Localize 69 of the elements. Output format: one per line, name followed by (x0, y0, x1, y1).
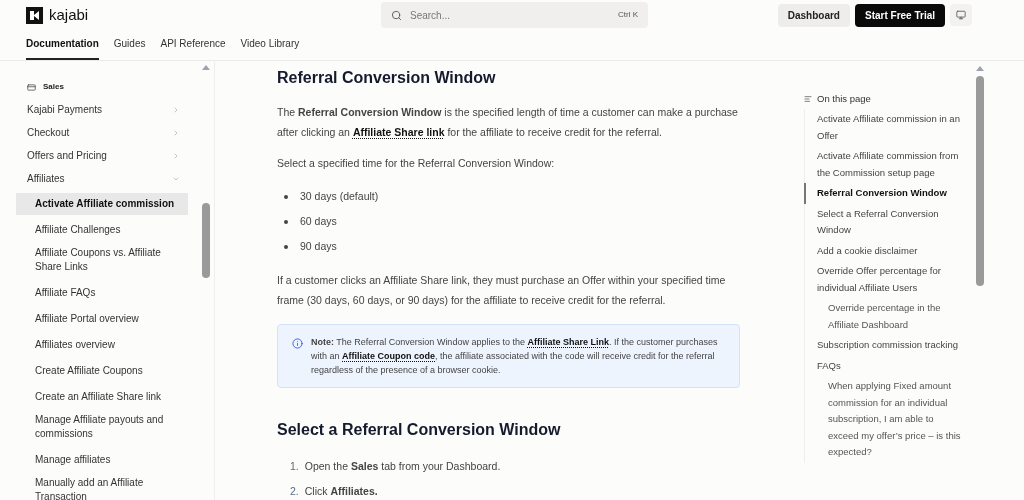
sidebar-item[interactable]: Create Affiliate Coupons (16, 360, 188, 382)
shortcut-hint: Ctrl K (618, 9, 638, 21)
toc-link[interactable]: Subscription commission tracking (804, 335, 964, 356)
sidebar-item[interactable]: Affiliate Portal overview (16, 308, 188, 330)
scroll-up-icon[interactable] (201, 64, 211, 71)
scroll-up-icon[interactable] (975, 65, 985, 72)
list-item: 90 days (300, 238, 337, 254)
scrollbar-thumb[interactable] (202, 203, 210, 278)
note-text: Note: The Referral Conversion Window applies to the Affiliate Share Link. If the customer purchases with an Affiliate Coupon code, the affiliate associated with the code will receive credit for the referral regardless of the presence of a browser cookie. (311, 336, 719, 377)
nav-tab[interactable]: Guides (113, 29, 146, 60)
paragraph: Select a specified time for the Referral Conversion Window: (277, 156, 556, 171)
search-bar[interactable]: Search... Ctrl K (381, 2, 648, 28)
sidebar-item[interactable]: Affiliates (16, 167, 188, 190)
sidebar-item[interactable]: Manage affiliates (16, 449, 188, 471)
search-icon (391, 9, 402, 21)
nav-tab[interactable]: Video Library (240, 29, 300, 60)
sidebar-item[interactable]: Affiliate Challenges (16, 219, 188, 241)
bullet-icon (284, 194, 288, 199)
chevron-right-icon (172, 105, 180, 114)
chevron-right-icon (172, 128, 180, 137)
list-number: 2. (290, 483, 299, 499)
logo-icon (26, 6, 43, 24)
list-item: 30 days (default) (300, 188, 379, 204)
list-icon (804, 95, 812, 104)
bullet-icon (284, 219, 288, 224)
sidebar-item[interactable]: Offers and Pricing (16, 144, 188, 167)
toc-link[interactable]: When applying Fixed amount commission for an individual subscription, I am able to exceed my offer’s price – is this expected? (804, 376, 964, 463)
section-title: Referral Conversion Window (277, 68, 497, 88)
toc-link[interactable]: Referral Conversion Window (804, 183, 964, 204)
chevron-right-icon (172, 151, 180, 160)
sidebar-item[interactable]: Create an Affiliate Share link (16, 386, 188, 408)
bullet-icon (284, 244, 288, 249)
sidebar-item[interactable]: Checkout (16, 121, 188, 144)
list-number: 1. (290, 458, 299, 474)
toc-link[interactable]: Override Offer percentage for individual Affiliate Users (804, 261, 964, 299)
toc-link[interactable]: Override percentage in the Affiliate Dashboard (804, 298, 964, 336)
toc-link[interactable]: Select a Referral Conversion Window (804, 203, 964, 241)
sidebar-item[interactable]: Activate Affiliate commission (16, 193, 188, 215)
dashboard-button[interactable]: Dashboard (777, 3, 850, 27)
toc-link[interactable]: Activate Affiliate commission from the Commission setup page (804, 146, 964, 184)
sidebar-item[interactable]: Manually add an Affiliate Transaction (16, 472, 188, 500)
scrollbar-thumb[interactable] (976, 76, 984, 286)
paragraph: The Referral Conversion Window is the specified length of time a customer can make a purchase after clicking an Affiliate Share link for the affiliate to receive credit for the referral. (277, 105, 739, 140)
toc-link[interactable]: Activate Affiliate commission in an Offer (804, 109, 964, 147)
logo-text: kajabi (49, 4, 89, 25)
sidebar-item[interactable]: Affiliates overview (16, 334, 188, 356)
list-item: Open the Sales tab from your Dashboard. (304, 458, 501, 474)
display-button[interactable] (950, 4, 972, 26)
list-item: Click Affiliates. (304, 483, 378, 499)
start-trial-button[interactable]: Start Free Trial (854, 3, 945, 27)
sidebar-item[interactable]: Manage Affiliate payouts and commissions (16, 409, 188, 445)
toc-link[interactable]: FAQs (804, 355, 964, 377)
search-input[interactable]: Search... (410, 7, 610, 23)
nav-tab[interactable]: API Reference (160, 29, 226, 60)
link[interactable]: Affiliate Share Link (527, 337, 609, 347)
card-icon (27, 82, 36, 92)
toc-title: On this page (817, 92, 871, 106)
list-item: 60 days (300, 213, 337, 229)
sidebar-item[interactable]: Affiliate Coupons vs. Affiliate Share Links (16, 242, 188, 278)
sidebar-item[interactable]: Kajabi Payments (16, 98, 188, 121)
toc-link[interactable]: Add a cookie disclaimer (804, 240, 964, 262)
section-heading: Sales (43, 81, 64, 93)
section-title: Select a Referral Conversion Window (277, 420, 562, 440)
nav-tab[interactable]: Documentation (26, 29, 99, 60)
link[interactable]: Affiliate Share link (352, 126, 445, 138)
paragraph: If a customer clicks an Affiliate Share link, they must purchase an Offer within your specified time frame (30 days, 60 days, or 90 days) for the affiliate to receive credit for the referral. (277, 273, 727, 308)
sidebar-item[interactable]: Affiliate FAQs (16, 282, 188, 304)
info-icon (292, 338, 303, 349)
monitor-icon (956, 10, 966, 20)
